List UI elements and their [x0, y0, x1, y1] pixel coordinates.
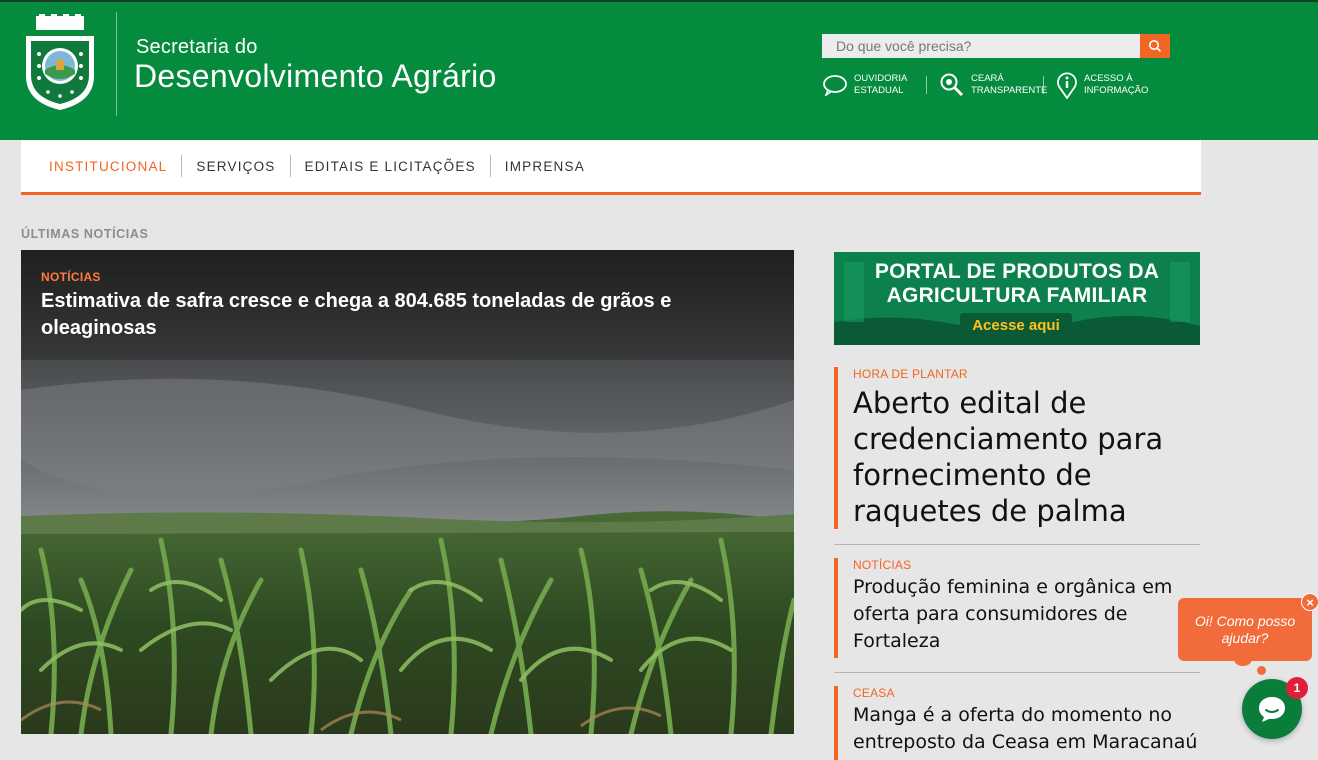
news-category[interactable]: NOTÍCIAS [853, 558, 1200, 572]
news-item[interactable]: NOTÍCIAS Produção feminina e orgânica em… [834, 558, 1200, 658]
chat-bubble-tail [1234, 652, 1252, 666]
nav-item-imprensa[interactable]: IMPRENSA [491, 155, 599, 177]
link-ouvidoria-line2: ESTADUAL [854, 85, 904, 96]
link-separator [1043, 76, 1044, 94]
news-title[interactable]: Aberto edital de credenciamento para for… [853, 385, 1200, 529]
search-button[interactable] [1140, 34, 1170, 58]
news-divider [834, 544, 1200, 545]
link-transparente-line1: CEARÁ [971, 73, 1004, 84]
link-acesso-line1: ACESSO À [1084, 73, 1133, 84]
site-header: Secretaria do Desenvolvimento Agrário OU… [0, 0, 1318, 140]
chat-notification-badge: 1 [1286, 677, 1308, 699]
news-title[interactable]: Manga é a oferta do momento no entrepost… [853, 702, 1200, 756]
link-ouvidoria[interactable]: OUVIDORIA ESTADUAL [822, 73, 924, 97]
speech-bubble-icon [823, 75, 847, 96]
news-category[interactable]: CEASA [853, 686, 1200, 700]
search-input[interactable] [822, 34, 1140, 58]
link-separator [926, 76, 927, 94]
search-bar [822, 34, 1170, 58]
link-acesso-informacao[interactable]: ACESSO À INFORMAÇÃO [1056, 71, 1154, 99]
brand-title[interactable]: Desenvolvimento Agrário [134, 58, 497, 95]
chat-bubble-tail [1257, 666, 1266, 675]
ceara-coat-of-arms-logo[interactable] [22, 14, 98, 112]
hero-category[interactable]: NOTÍCIAS [41, 270, 101, 284]
news-divider [834, 672, 1200, 673]
nav-item-editais-licitacoes[interactable]: EDITAIS E LICITAÇÕES [291, 155, 490, 177]
section-label-latest-news: ÚLTIMAS NOTÍCIAS [21, 227, 149, 241]
link-transparente-line2: TRANSPARENTE [971, 85, 1048, 96]
hero-news-card[interactable]: NOTÍCIAS Estimativa de safra cresce e ch… [21, 250, 794, 734]
news-item[interactable]: HORA DE PLANTAR Aberto edital de credenc… [834, 367, 1200, 529]
search-icon [1149, 40, 1162, 53]
main-nav: INSTITUCIONAL SERVIÇOS EDITAIS E LICITAÇ… [21, 140, 1201, 195]
top-links: OUVIDORIA ESTADUAL CEARÁ TRANSPARENTE ACES… [822, 70, 1154, 100]
header-divider [116, 12, 117, 116]
nav-item-institucional[interactable]: INSTITUCIONAL [35, 155, 181, 177]
nav-item-servicos[interactable]: SERVIÇOS [182, 155, 289, 177]
banner-title-line1: PORTAL DE PRODUTOS DA [874, 260, 1160, 283]
news-category[interactable]: HORA DE PLANTAR [853, 367, 1200, 381]
banner-title-line2: AGRICULTURA FAMILIAR [886, 284, 1148, 307]
chat-icon [1259, 697, 1285, 722]
brand-subtitle: Secretaria do [136, 36, 258, 58]
link-acesso-line2: INFORMAÇÃO [1084, 85, 1149, 96]
chat-close-button[interactable]: × [1301, 593, 1318, 611]
family-farming-portal-banner[interactable]: PORTAL DE PRODUTOS DA AGRICULTURA FAMILI… [834, 252, 1200, 345]
magnifier-icon [940, 73, 964, 97]
link-ceara-transparente[interactable]: CEARÁ TRANSPARENTE [939, 72, 1047, 98]
banner-access-button[interactable]: Acesse aqui [960, 313, 1072, 337]
info-icon [1057, 72, 1077, 99]
link-ouvidoria-line1: OUVIDORIA [854, 73, 908, 84]
hero-title[interactable]: Estimativa de safra cresce e chega a 804… [41, 288, 741, 342]
news-title[interactable]: Produção feminina e orgânica em oferta p… [853, 574, 1200, 655]
news-item[interactable]: CEASA Manga é a oferta do momento no ent… [834, 686, 1200, 760]
